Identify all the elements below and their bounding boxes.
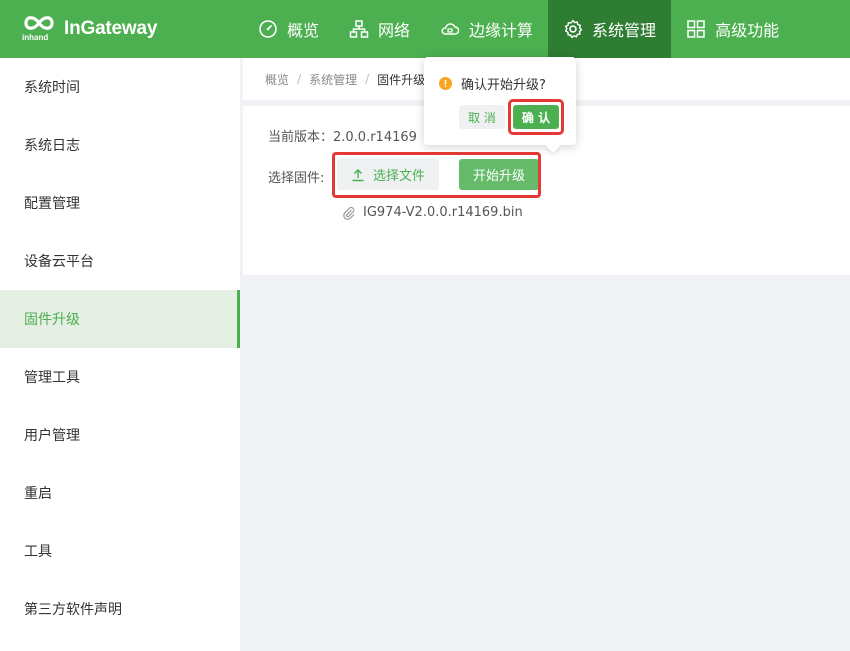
breadcrumb-separator: / xyxy=(365,72,370,86)
nav-label: 系统管理 xyxy=(592,21,657,40)
sidebar-item-user-management[interactable]: 用户管理 xyxy=(0,406,240,464)
sidebar-item-label: 设备云平台 xyxy=(24,254,94,270)
confirm-label: 确 认 xyxy=(521,110,551,125)
sidebar-item-device-cloud[interactable]: 设备云平台 xyxy=(0,232,240,290)
sidebar-item-label: 第三方软件声明 xyxy=(24,602,122,618)
confirm-button[interactable]: 确 认 xyxy=(513,105,559,129)
cancel-button[interactable]: 取 消 xyxy=(459,105,505,129)
popover-message: 确认开始升级? xyxy=(439,74,546,93)
upload-icon xyxy=(352,168,364,181)
warning-icon xyxy=(439,77,452,90)
start-upgrade-button[interactable]: 开始升级 xyxy=(459,159,539,190)
nav-item-system-management[interactable]: 系统管理 xyxy=(548,0,672,58)
cloud-icon xyxy=(441,23,460,35)
network-icon xyxy=(349,20,369,38)
sidebar-item-firmware-upgrade[interactable]: 固件升级 xyxy=(0,290,240,348)
sidebar-item-label: 用户管理 xyxy=(24,428,80,444)
paperclip-icon xyxy=(343,206,355,220)
breadcrumb-separator: / xyxy=(297,72,302,86)
current-version: 当前版本：2.0.0.r14169 xyxy=(268,130,417,145)
cancel-label: 取 消 xyxy=(468,110,496,125)
nav-item-edge-computing[interactable]: 边缘计算 xyxy=(425,0,548,58)
grid-icon xyxy=(687,20,705,38)
sidebar-item-label: 配置管理 xyxy=(24,196,80,212)
nav-item-network[interactable]: 网络 xyxy=(334,0,425,58)
breadcrumb-item-overview[interactable]: 概览 xyxy=(265,71,289,88)
brand[interactable]: inhand InGateway xyxy=(22,12,157,46)
sidebar-item-label: 管理工具 xyxy=(24,370,80,386)
selected-file: IG974-V2.0.0.r14169.bin xyxy=(342,205,523,220)
choose-file-label: 选择文件 xyxy=(372,169,425,184)
sidebar-item-tools[interactable]: 工具 xyxy=(0,522,240,580)
sidebar-item-label: 工具 xyxy=(24,544,52,560)
sidebar-item-management-tools[interactable]: 管理工具 xyxy=(0,348,240,406)
breadcrumb-item-system-management[interactable]: 系统管理 xyxy=(309,71,357,88)
popover-message-text: 确认开始升级? xyxy=(461,78,546,93)
breadcrumb-item-current: 固件升级 xyxy=(377,72,426,87)
top-nav-bar: inhand InGateway 概览 网络 边缘计算 系统管理 高级功能 xyxy=(0,0,850,58)
gear-icon xyxy=(564,19,583,39)
inhand-logo-icon: inhand xyxy=(22,12,56,46)
sidebar: 系统时间 系统日志 配置管理 设备云平台 固件升级 管理工具 用户管理 重启 工… xyxy=(0,58,240,651)
nav-label: 概览 xyxy=(287,21,320,40)
selected-file-name: IG974-V2.0.0.r14169.bin xyxy=(363,205,523,220)
brand-sub-text: inhand xyxy=(22,33,49,42)
nav-item-overview[interactable]: 概览 xyxy=(243,0,334,58)
nav-label: 高级功能 xyxy=(715,21,780,40)
sidebar-item-label: 固件升级 xyxy=(24,312,80,328)
start-upgrade-label: 开始升级 xyxy=(472,169,525,184)
sidebar-item-system-time[interactable]: 系统时间 xyxy=(0,58,240,116)
sidebar-item-third-party-notice[interactable]: 第三方软件声明 xyxy=(0,580,240,638)
sidebar-item-reboot[interactable]: 重启 xyxy=(0,464,240,522)
select-firmware-label: 选择固件: xyxy=(268,171,325,186)
upgrade-confirm-popover: 确认开始升级? 取 消 确 认 xyxy=(424,57,576,154)
brand-name: InGateway xyxy=(64,18,158,39)
main-nav: 概览 网络 边缘计算 系统管理 高级功能 xyxy=(243,0,794,58)
dashboard-icon xyxy=(259,20,277,38)
sidebar-item-system-log[interactable]: 系统日志 xyxy=(0,116,240,174)
choose-file-button[interactable]: 选择文件 xyxy=(337,159,439,190)
sidebar-item-label: 系统日志 xyxy=(24,138,80,154)
nav-label: 边缘计算 xyxy=(469,21,534,40)
nav-item-advanced[interactable]: 高级功能 xyxy=(671,0,794,58)
sidebar-item-label: 系统时间 xyxy=(24,80,80,96)
nav-label: 网络 xyxy=(378,21,411,40)
sidebar-item-config-management[interactable]: 配置管理 xyxy=(0,174,240,232)
sidebar-item-label: 重启 xyxy=(24,486,52,502)
